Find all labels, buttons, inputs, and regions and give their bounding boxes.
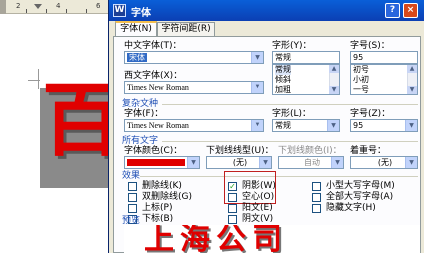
complex-size-select[interactable]: 95 ▼ [350, 119, 418, 132]
ruler-margin-shade [0, 0, 6, 14]
superscript-label[interactable]: 上标(P) [142, 203, 172, 214]
list-item[interactable]: 常规 [275, 65, 291, 75]
section-effects: 效果 [122, 171, 141, 181]
dialog-title: 字体 [131, 8, 151, 19]
chevron-down-icon[interactable]: ▼ [405, 120, 417, 131]
western-font-select[interactable]: Times New Roman ▼ [124, 81, 264, 94]
font-size-input[interactable]: 95 [350, 51, 418, 64]
wps-app-icon: W [113, 4, 126, 17]
shadow-label[interactable]: 阴影(W) [242, 181, 276, 192]
chevron-down-icon[interactable]: ▼ [327, 120, 339, 131]
chevron-down-icon[interactable]: ▼ [251, 82, 263, 93]
tab-character-spacing[interactable]: 字符间距(R) [157, 22, 215, 37]
tab-font[interactable]: 字体(N) [115, 21, 157, 37]
scrollbar[interactable]: ▲ ▼ [407, 65, 417, 94]
complex-font-select[interactable]: Times New Roman ▼ [124, 119, 264, 132]
font-preview-box: 上海公司 [124, 225, 420, 253]
double-strikethrough-label[interactable]: 双删除线(G) [142, 192, 192, 203]
hidden-text-checkbox[interactable] [312, 204, 321, 213]
font-size-list[interactable]: 初号 小初 一号 ▲ ▼ [350, 64, 418, 95]
scroll-up-icon[interactable]: ▲ [329, 65, 339, 73]
all-caps-checkbox[interactable] [312, 193, 321, 202]
indent-marker[interactable] [34, 4, 42, 9]
underline-style-select[interactable]: (无) ▼ [206, 156, 272, 169]
outline-checkbox[interactable] [228, 193, 237, 202]
section-divider [162, 141, 418, 142]
ruler-number: 6 [96, 2, 101, 10]
margin-corner-mark [38, 69, 39, 89]
help-button[interactable]: ? [385, 3, 400, 18]
scrollbar[interactable]: ▲ ▼ [329, 65, 339, 94]
scroll-down-icon[interactable]: ▼ [329, 86, 339, 94]
list-item[interactable]: 小初 [353, 75, 369, 85]
chevron-down-icon[interactable]: ▼ [405, 157, 417, 168]
list-item[interactable]: 一号 [353, 85, 369, 95]
superscript-checkbox[interactable] [128, 204, 137, 213]
ruler-tick [86, 9, 87, 13]
outline-label[interactable]: 空心(O) [242, 192, 274, 203]
ruler-tick [66, 9, 67, 13]
horizontal-ruler: 2 4 6 [0, 0, 112, 14]
emphasis-mark-select[interactable]: (无) ▼ [350, 156, 418, 169]
close-button[interactable]: × [403, 3, 418, 18]
hidden-text-label[interactable]: 隐藏文字(H) [326, 203, 376, 214]
double-strikethrough-checkbox[interactable] [128, 193, 137, 202]
subscript-label[interactable]: 下标(B) [142, 214, 173, 225]
chevron-down-icon[interactable]: ▼ [259, 157, 271, 168]
strikethrough-label[interactable]: 删除线(K) [142, 181, 182, 192]
engrave-checkbox[interactable] [228, 215, 237, 224]
underline-color-select: 自动 ▼ [278, 156, 344, 169]
font-style-input[interactable]: 常规 [272, 51, 340, 64]
emboss-checkbox[interactable] [228, 204, 237, 213]
shadow-checkbox[interactable]: ✓ [228, 182, 237, 191]
emboss-label[interactable]: 阳文(E) [242, 203, 273, 214]
preview-text: 上海公司 [144, 225, 288, 253]
scroll-down-icon[interactable]: ▼ [407, 86, 417, 94]
ruler-number: 4 [56, 2, 61, 10]
list-item[interactable]: 加粗 [275, 85, 291, 95]
list-item[interactable]: 初号 [353, 65, 369, 75]
ruler-tick [26, 9, 27, 13]
engrave-label[interactable]: 阴文(V) [242, 214, 273, 225]
color-swatch [127, 159, 185, 166]
ruler-number: 2 [16, 2, 21, 10]
strikethrough-checkbox[interactable] [128, 182, 137, 191]
scroll-up-icon[interactable]: ▲ [407, 65, 417, 73]
chevron-down-icon[interactable]: ▼ [251, 120, 263, 131]
section-divider [162, 104, 418, 105]
chevron-down-icon: ▼ [331, 157, 343, 168]
margin-corner-mark [28, 80, 40, 81]
small-caps-checkbox[interactable] [312, 182, 321, 191]
dialog-title-bar[interactable]: W 字体 ? × [109, 0, 424, 21]
small-caps-label[interactable]: 小型大写字母(M) [326, 181, 395, 192]
all-caps-label[interactable]: 全部大写字母(A) [326, 192, 393, 203]
chevron-down-icon[interactable]: ▼ [251, 52, 263, 63]
chevron-down-icon[interactable]: ▼ [187, 157, 199, 168]
list-item[interactable]: 倾斜 [275, 75, 291, 85]
complex-style-select[interactable]: 常规 ▼ [272, 119, 340, 132]
font-color-select[interactable]: ▼ [124, 156, 200, 169]
font-dialog: W 字体 ? × 字体(N) 字符间距(R) 中文字体(T)： 宋体 ▼ 字形(… [108, 0, 424, 253]
ruler-tick [46, 9, 47, 13]
section-divider [140, 176, 418, 177]
chinese-font-select[interactable]: 宋体 ▼ [124, 51, 264, 64]
font-style-list[interactable]: 常规 倾斜 加粗 ▲ ▼ [272, 64, 340, 95]
font-tab-panel: 中文字体(T)： 宋体 ▼ 字形(Y)： 常规 常规 倾斜 加粗 ▲ ▼ 字号(… [113, 36, 421, 253]
